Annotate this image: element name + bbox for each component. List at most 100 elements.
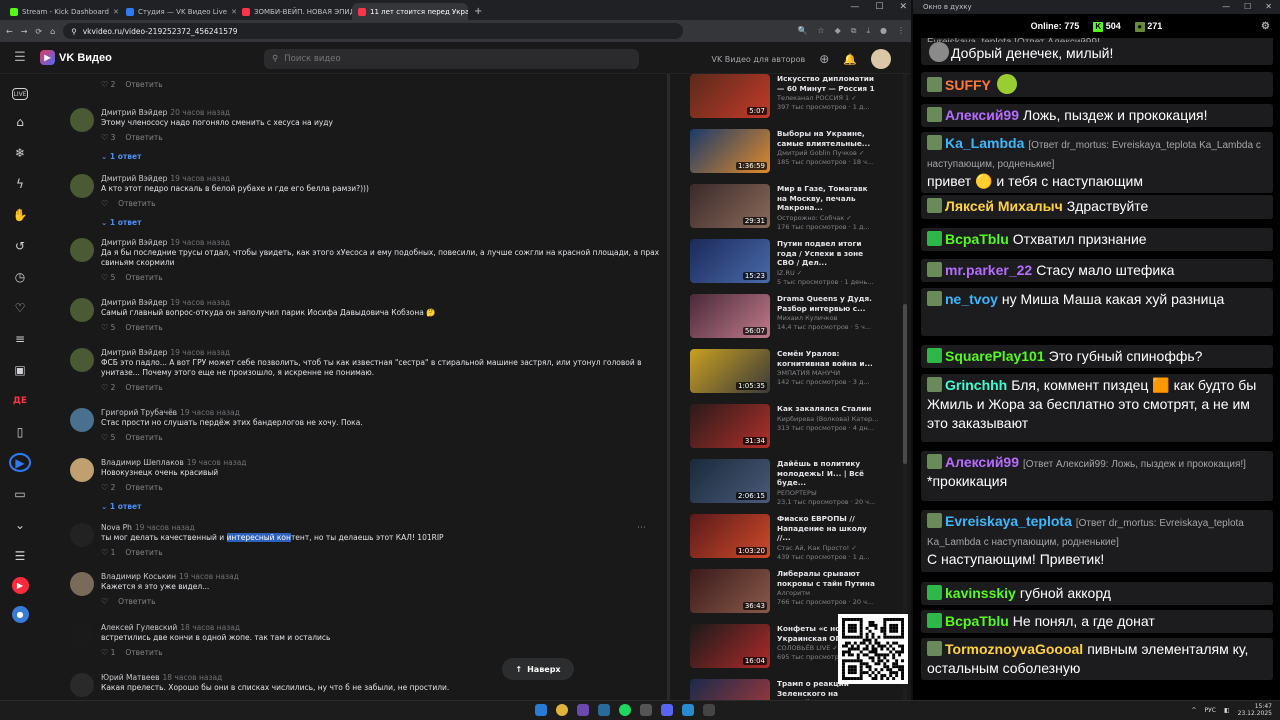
comment-author[interactable]: Nova Ph 19 часов назад (101, 523, 660, 532)
avatar[interactable] (70, 572, 94, 596)
chat-username[interactable]: SquarePlay101 (945, 348, 1045, 364)
channel-name[interactable]: Алгоритм (777, 589, 880, 598)
user-avatar[interactable] (871, 49, 891, 69)
avatar[interactable] (70, 238, 94, 262)
comment-author[interactable]: Владимир Коськин 19 часов назад (101, 572, 660, 581)
chevron-down-icon[interactable]: ⌄ (9, 515, 31, 534)
menu-icon[interactable]: ⋮ (897, 26, 905, 36)
obs-icon[interactable] (640, 704, 652, 716)
hamburger-icon[interactable]: ☰ (0, 50, 40, 65)
like-button[interactable]: ♡ 1 (101, 548, 115, 557)
subscriptions-icon[interactable]: ▣ (9, 360, 31, 379)
avatar[interactable] (70, 673, 94, 697)
video-thumbnail[interactable]: 5:07 (690, 74, 770, 118)
recommended-video[interactable]: 36:43 Либералы срывают покровы с тайн Пу… (690, 569, 880, 619)
scrollbar-thumb[interactable] (903, 304, 907, 464)
avatar[interactable] (70, 348, 94, 372)
chat-username[interactable]: mr.parker_22 (945, 262, 1032, 278)
list-icon[interactable]: ☰ (9, 546, 31, 565)
book-icon[interactable]: ▯ (9, 422, 31, 441)
chat-username[interactable]: ВсраТblu (945, 613, 1009, 629)
reply-button[interactable]: Ответить (125, 80, 162, 89)
reply-button[interactable]: Ответить (125, 383, 162, 392)
profile-icon[interactable]: ● (11, 606, 29, 623)
browser-tab[interactable]: Студия — VK Видео Live ✕ (120, 3, 236, 20)
recommended-video[interactable]: 56:07 Drama Queens у Дудя. Разбор интерв… (690, 294, 880, 344)
comment-author[interactable]: Владимир Шеплаков 19 часов назад (101, 458, 660, 467)
comment-author[interactable]: Дмитрий Вэйдер 19 часов назад (101, 238, 660, 247)
video-thumbnail[interactable]: 31:34 (690, 404, 770, 448)
channel-name[interactable]: Осторожно: Собчак ✓ (777, 214, 880, 223)
chat-username[interactable]: ne_tvoy (945, 291, 998, 307)
channel-name[interactable]: Кирбирева (Волкова) Катер... (777, 415, 880, 424)
comment-author[interactable]: Григорий Трубачёв 19 часов назад (101, 408, 660, 417)
recommended-video[interactable]: 15:23 Путин подвел итоги года / Успехи в… (690, 239, 880, 289)
chat-username[interactable]: ВсраТblu (945, 231, 1009, 247)
like-button[interactable]: ♡ (101, 199, 108, 208)
channel-name[interactable]: Михаил Куличков (777, 314, 880, 323)
site-info-icon[interactable]: ⚲ (71, 27, 77, 36)
hand-icon[interactable]: ✋ (9, 205, 31, 224)
like-button[interactable]: ♡ (101, 597, 108, 606)
video-title[interactable]: Как закалялся Сталин (777, 404, 880, 414)
video-title[interactable]: Искусство дипломатии — 60 Минут — Россия… (777, 74, 880, 93)
like-button[interactable]: ♡ 3 (101, 133, 115, 142)
browser-tab[interactable]: ЗОМБИ-ВЕЙП. НОВАЯ ЭПИДЕ...✕ (236, 3, 352, 20)
history-icon[interactable]: ↺ (9, 236, 31, 255)
like-button[interactable]: ♡ 2 (101, 80, 115, 89)
comment-author[interactable]: Алексей Гулевский 18 часов назад (101, 623, 660, 632)
channel-name[interactable]: Телеканал РОССИЯ 1 ✓ (777, 94, 880, 103)
avatar[interactable] (70, 298, 94, 322)
zoom-icon[interactable]: 🔍 (797, 26, 807, 36)
show-replies-link[interactable]: ⌄ 1 ответ (101, 502, 141, 511)
comment-author[interactable]: Юрий Матвеев 18 часов назад (101, 673, 660, 682)
reply-button[interactable]: Ответить (125, 133, 162, 142)
recommended-video[interactable]: 1:05:35 Семён Уралов: когнитивная война … (690, 349, 880, 399)
discord-icon[interactable] (661, 704, 673, 716)
video-thumbnail[interactable]: 56:07 (690, 294, 770, 338)
chat-username[interactable]: Evreiskaya_teplota (945, 513, 1072, 529)
chevron-up-icon[interactable]: ^ (1191, 707, 1196, 714)
spotify-icon[interactable] (619, 704, 631, 716)
chat-username[interactable]: kavinsskiy (945, 585, 1016, 601)
monitor-icon[interactable]: ▭ (9, 484, 31, 503)
like-button[interactable]: ♡ 1 (101, 648, 115, 657)
avatar[interactable] (70, 174, 94, 198)
video-thumbnail[interactable]: 1:03:20 (690, 514, 770, 558)
tv-icon[interactable]: ▶ (9, 453, 31, 472)
video-thumbnail[interactable]: 15:23 (690, 239, 770, 283)
app-icon[interactable] (577, 704, 589, 716)
steam-icon[interactable] (598, 704, 610, 716)
channel-name[interactable]: Стас Ай, Как Просто! ✓ (777, 544, 880, 553)
channel-logo-icon[interactable]: ДЕ (9, 391, 31, 410)
gear-icon[interactable]: ⚙ (1261, 21, 1270, 32)
bell-icon[interactable]: 🔔 (843, 53, 857, 66)
avatar[interactable] (70, 408, 94, 432)
avatar[interactable] (70, 623, 94, 647)
comment-author[interactable]: Дмитрий Вэйдер 19 часов назад (101, 348, 660, 357)
like-button[interactable]: ♡ 5 (101, 323, 115, 332)
for-authors-link[interactable]: VK Видео для авторов (712, 55, 806, 64)
avatar[interactable] (70, 108, 94, 132)
chat-username[interactable]: Алексий99 (945, 454, 1019, 470)
like-button[interactable]: ♡ 2 (101, 483, 115, 492)
video-title[interactable]: Drama Queens у Дудя. Разбор интервью с..… (777, 294, 880, 313)
browser-tab[interactable]: 11 лет стоится перед Украине...✕ (352, 3, 468, 20)
channel-name[interactable]: IZ.RU ✓ (777, 269, 880, 278)
clock[interactable]: 15:47 23.12.2025 (1238, 703, 1272, 717)
forward-icon[interactable]: → (21, 27, 28, 36)
maximize-icon[interactable]: ☐ (875, 2, 883, 12)
start-icon[interactable] (535, 704, 547, 716)
chat-username[interactable]: Алексий99 (945, 107, 1019, 123)
upload-icon[interactable]: ⊕ (819, 52, 829, 66)
channel-avatar-icon[interactable]: ▶ (11, 577, 29, 594)
channel-name[interactable]: РЕПОРТЕРЫ (777, 489, 880, 498)
url-field[interactable]: ⚲ vkvideo.ru/video-219252372_456241579 (63, 23, 684, 39)
recommended-video[interactable]: 29:31 Мир в Газе, Томагавк на Москву, пе… (690, 184, 880, 234)
chat-username[interactable]: Grinchhh (945, 377, 1007, 393)
comment-author[interactable]: Дмитрий Вэйдер 20 часов назад (101, 108, 660, 117)
recommended-video[interactable]: 1:03:20 Фиаско ЕВРОПЫ // Нападение на шк… (690, 514, 880, 564)
reply-button[interactable]: Ответить (118, 199, 155, 208)
recommended-video[interactable]: 31:34 Как закалялся Сталин Кирбирева (Во… (690, 404, 880, 454)
reply-button[interactable]: Ответить (125, 273, 162, 282)
